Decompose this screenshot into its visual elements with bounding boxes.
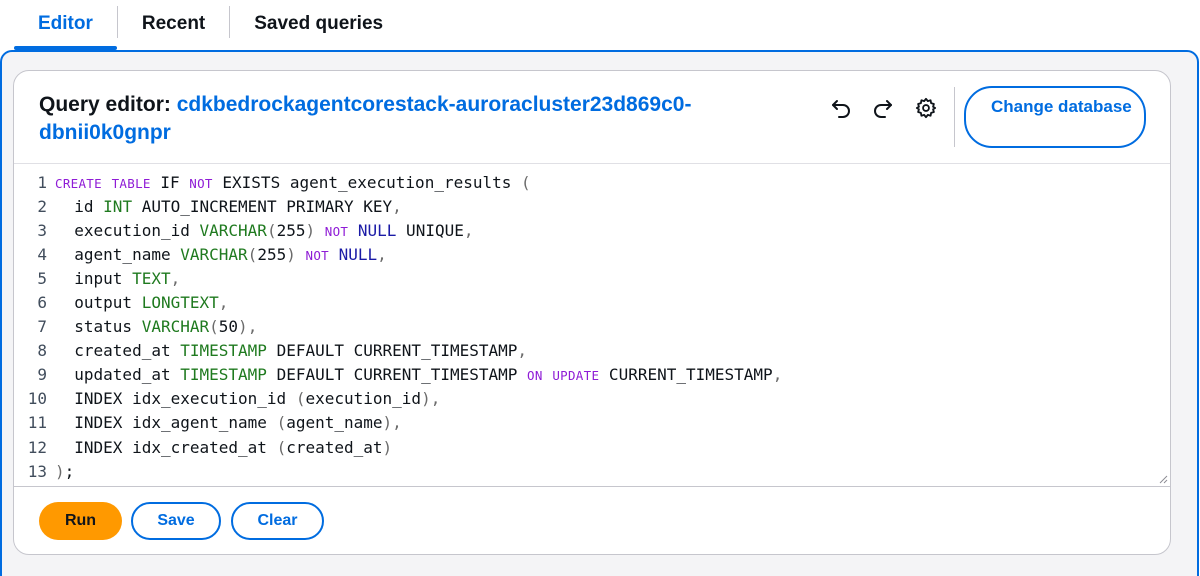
code-text: input TEXT, [55,268,181,288]
sql-code-editor[interactable]: 1 CREATE TABLE IF NOT EXISTS agent_execut… [14,163,1170,487]
tab-bar: Editor Recent Saved queries [14,0,407,50]
line-number: 1 [37,172,47,192]
line-number: 2 [37,196,47,216]
code-text: updated_at TIMESTAMP DEFAULT CURRENT_TIM… [55,365,783,385]
undo-button[interactable] [826,93,856,123]
tab-saved-queries[interactable]: Saved queries [230,0,407,48]
line-number: 6 [37,293,47,313]
code-text: INDEX idx_execution_id (execution_id), [55,389,441,409]
code-line: 4 agent_name VARCHAR(255) NOT NULL, [14,242,782,266]
line-number: 5 [37,268,47,288]
code-line: 9 updated_at TIMESTAMP DEFAULT CURRENT_T… [14,363,782,387]
page-title: Query editor: cdkbedrockagentcorestack-a… [39,91,759,147]
code-text: INDEX idx_agent_name (agent_name), [55,413,402,433]
code-text: INDEX idx_created_at (created_at) [55,437,393,457]
settings-gear-icon [915,97,937,119]
resize-handle-icon[interactable] [1158,474,1168,484]
line-number: 11 [27,413,47,433]
code-line: 3 execution_id VARCHAR(255) NOT NULL UNI… [14,218,782,242]
editor-actions: Run Save Clear [14,488,1170,554]
run-button[interactable]: Run [39,502,122,540]
code-text: agent_name VARCHAR(255) NOT NULL, [55,244,387,264]
code-text: id INT AUTO_INCREMENT PRIMARY KEY, [55,196,402,216]
code-line: 8 created_at TIMESTAMP DEFAULT CURRENT_T… [14,339,782,363]
code-line: 6 output LONGTEXT, [14,290,782,314]
code-lines: 1 CREATE TABLE IF NOT EXISTS agent_execut… [14,170,783,483]
code-line: 2 id INT AUTO_INCREMENT PRIMARY KEY, [14,194,782,218]
code-line: 7 status VARCHAR(50), [14,315,782,339]
code-text: status VARCHAR(50), [55,317,258,337]
line-number: 4 [37,244,47,264]
header-divider [954,87,955,147]
code-line: 10 INDEX idx_execution_id (execution_id)… [14,387,782,411]
code-line: 12 INDEX idx_created_at (created_at) [14,435,782,459]
query-editor-label: Query editor: [39,93,171,116]
line-number: 12 [27,437,47,457]
line-number: 3 [37,220,47,240]
code-line: 1 CREATE TABLE IF NOT EXISTS agent_execut… [14,170,782,194]
code-line: 13); [14,459,782,483]
redo-icon [874,100,892,118]
line-number: 13 [27,461,47,481]
change-database-button[interactable]: Change database [964,86,1146,148]
tab-editor[interactable]: Editor [14,0,117,50]
query-editor-panel: Query editor: cdkbedrockagentcorestack-a… [13,70,1171,555]
tab-recent[interactable]: Recent [118,0,229,48]
save-button[interactable]: Save [131,502,221,540]
query-editor-header: Query editor: cdkbedrockagentcorestack-a… [14,71,1170,163]
line-number: 9 [37,365,47,385]
code-text: created_at TIMESTAMP DEFAULT CURRENT_TIM… [55,341,528,361]
code-line: 11 INDEX idx_agent_name (agent_name), [14,411,782,435]
redo-button[interactable] [868,93,898,123]
undo-icon [832,100,850,118]
line-number: 7 [37,317,47,337]
code-text: ); [55,461,75,481]
code-text: output LONGTEXT, [55,293,229,313]
settings-button[interactable] [911,93,941,123]
code-text: execution_id VARCHAR(255) NOT NULL UNIQU… [55,220,474,240]
clear-button[interactable]: Clear [231,502,324,540]
code-line: 5 input TEXT, [14,266,782,290]
line-number: 10 [27,389,47,409]
code-text: CREATE TABLE IF NOT EXISTS agent_executi… [55,172,531,192]
line-number: 8 [37,341,47,361]
